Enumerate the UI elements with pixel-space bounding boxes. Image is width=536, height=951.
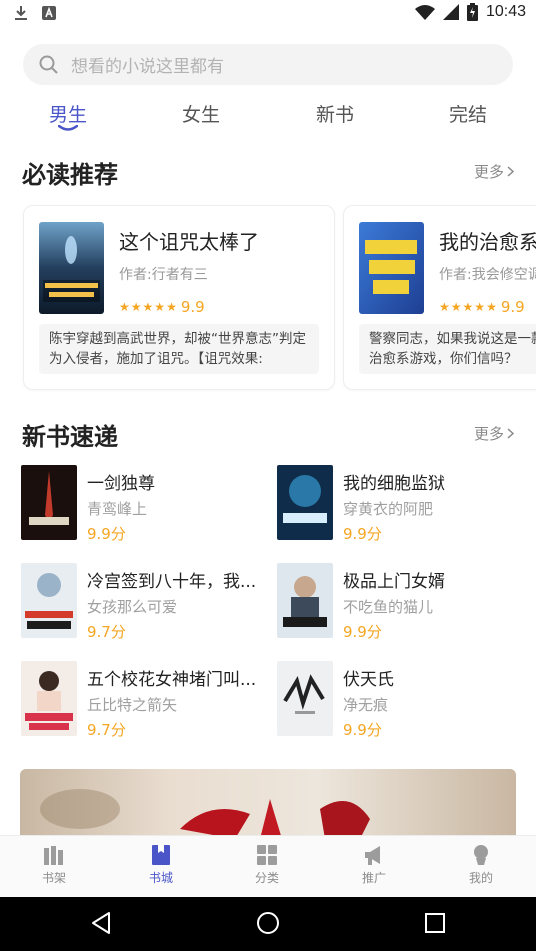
book-title: 极品上门女婿 [343, 572, 445, 592]
category-tabs: 男生 女生 新书 完结 [0, 96, 536, 136]
book-cover [277, 465, 333, 540]
list-item-book[interactable]: 伏天氏 净无痕 9.9分 [277, 661, 527, 739]
book-cover [39, 222, 104, 314]
search-input[interactable]: 想看的小说这里都有 [23, 44, 513, 85]
book-score: 9.9 [180, 298, 205, 316]
home-icon[interactable] [256, 911, 280, 935]
book-score: 9.9分 [343, 525, 382, 543]
bottom-nav: 书架 书城 分类 推广 我的 [0, 835, 536, 897]
nav-label: 书架 [41, 871, 66, 885]
list-item-book[interactable]: 五个校花女神堵门叫... 丘比特之箭矢 9.7分 [21, 661, 271, 739]
tab-male[interactable]: 男生 [28, 100, 108, 127]
book-title: 一剑独尊 [87, 474, 155, 494]
download-icon [15, 6, 27, 20]
nav-label: 推广 [361, 871, 386, 885]
nav-bookshelf[interactable]: 书架 [24, 844, 84, 886]
megaphone-icon [365, 846, 380, 865]
book-title: 五个校花女神堵门叫... [87, 670, 257, 690]
book-author: 净无痕 [343, 696, 389, 714]
book-title: 我的治愈系游戏 [439, 230, 536, 254]
book-score: 9.9 [500, 298, 525, 316]
more-button-new-books[interactable]: 更多 [474, 423, 515, 444]
nav-label: 我的 [468, 871, 493, 885]
list-item-book[interactable]: 我的细胞监狱 穿黄衣的阿肥 9.9分 [277, 465, 527, 543]
list-item-book[interactable]: 极品上门女婿 不吃鱼的猫儿 9.9分 [277, 563, 527, 641]
list-item-book[interactable]: 一剑独尊 青鸾峰上 9.9分 [21, 465, 271, 543]
tab-active-indicator [58, 125, 78, 131]
book-cover [277, 563, 333, 638]
chevron-right-icon [507, 166, 515, 177]
book-cover [21, 563, 77, 638]
promo-banner[interactable] [20, 769, 516, 839]
chevron-right-icon [507, 428, 515, 439]
book-score: 9.7分 [87, 721, 126, 739]
profile-icon [474, 845, 488, 865]
nav-profile[interactable]: 我的 [451, 844, 511, 886]
book-rating: ★ ★ ★ ★ ★ 9.9 [439, 298, 525, 316]
more-label: 更多 [474, 425, 505, 443]
section-title-must-read: 必读推荐 [22, 160, 118, 189]
list-item-book[interactable]: 冷宫签到八十年，我... 女孩那么可爱 9.7分 [21, 563, 271, 641]
book-description: 警察同志，如果我说这是一款治愈系游戏，你们信吗？ [359, 324, 536, 374]
recommend-card[interactable]: 我的治愈系游戏 作者:我会修空调 ★★★★★ 9.9 警察同志，如果我说这是一款… [343, 205, 536, 390]
tab-new[interactable]: 新书 [295, 100, 375, 127]
recents-icon[interactable] [424, 912, 446, 934]
search-icon [39, 55, 58, 74]
book-score: 9.9分 [87, 525, 126, 543]
nav-label: 书城 [148, 871, 173, 885]
book-author: 女孩那么可爱 [87, 598, 178, 616]
cell-signal-icon [442, 4, 459, 20]
battery-icon [466, 3, 478, 21]
status-bar: 10:43 [0, 0, 536, 28]
nav-promote[interactable]: 推广 [344, 844, 404, 886]
book-description: 陈宇穿越到高武世界，却被“世界意志”判定为入侵者，施加了诅咒。【诅咒效果: [39, 324, 319, 374]
book-cover [359, 222, 424, 314]
bookshelf-icon [44, 846, 63, 865]
book-title: 这个诅咒太棒了 [119, 230, 259, 254]
star-rating-icon: ★ ★ ★ ★ ★ [439, 300, 497, 314]
tab-completed[interactable]: 完结 [428, 100, 508, 127]
tab-female[interactable]: 女生 [161, 100, 241, 127]
book-cover [277, 661, 333, 736]
category-grid-icon [257, 845, 277, 865]
book-author: 不吃鱼的猫儿 [343, 598, 434, 616]
recommend-card[interactable]: 这个诅咒太棒了 作者:行者有三 ★ ★ ★ ★ ★ 9.9 陈宇穿越到高武世界，却被“世… [23, 205, 335, 390]
bookstore-icon [152, 845, 170, 865]
nav-category[interactable]: 分类 [237, 844, 297, 886]
book-score: 9.9分 [343, 721, 382, 739]
book-score: 9.7分 [87, 623, 126, 641]
star-rating-icon: ★ ★ ★ ★ ★ [119, 300, 177, 314]
book-author: 作者:我会修空调 [439, 267, 536, 283]
book-cover [21, 661, 77, 736]
system-nav-bar [0, 897, 536, 951]
nav-bookstore[interactable]: 书城 [131, 844, 191, 886]
more-label: 更多 [474, 163, 505, 181]
status-time: 10:43 [485, 3, 526, 20]
book-author: 丘比特之箭矢 [87, 696, 178, 714]
book-author: 青鸾峰上 [87, 500, 148, 518]
search-placeholder: 想看的小说这里都有 [71, 57, 224, 77]
book-title: 我的细胞监狱 [343, 474, 445, 494]
book-author: 作者:行者有三 [119, 267, 208, 283]
section-title-new-books: 新书速递 [22, 422, 118, 451]
back-icon[interactable] [89, 911, 113, 935]
book-title: 伏天氏 [343, 670, 394, 690]
book-score: 9.9分 [343, 623, 382, 641]
more-button-must-read[interactable]: 更多 [474, 161, 515, 182]
banner-artwork-icon [40, 789, 370, 839]
book-rating: ★ ★ ★ ★ ★ 9.9 [119, 298, 205, 316]
wifi-icon [414, 5, 435, 20]
book-author: 穿黄衣的阿肥 [343, 500, 434, 518]
app-notification-icon [42, 6, 56, 20]
book-cover [21, 465, 77, 540]
nav-label: 分类 [254, 871, 279, 885]
book-title: 冷宫签到八十年，我... [87, 572, 257, 592]
